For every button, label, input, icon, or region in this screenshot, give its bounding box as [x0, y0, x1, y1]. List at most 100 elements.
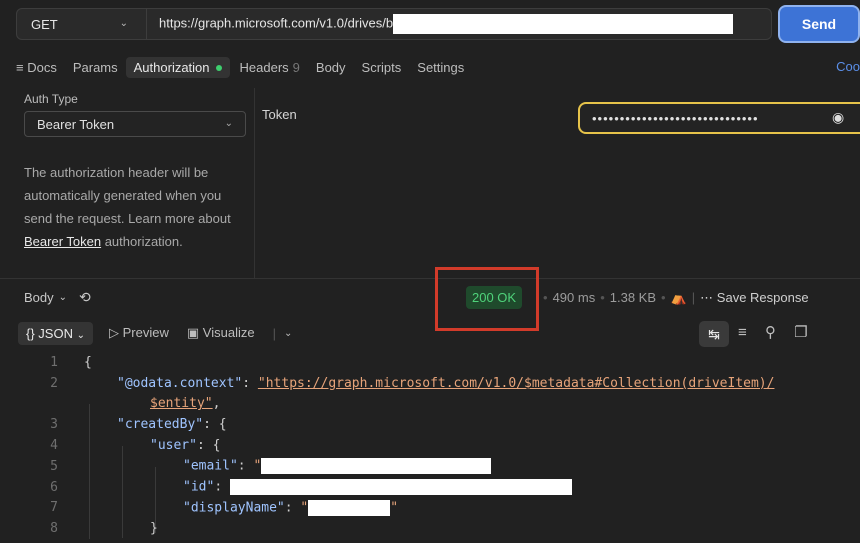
response-time: 490 ms: [552, 290, 596, 305]
line-number: 3: [50, 417, 58, 433]
response-size: 1.38 KB: [609, 290, 657, 305]
code-line: 4 "user": {: [0, 435, 860, 456]
image-icon: ▣: [186, 325, 200, 340]
docs-icon: ≡: [16, 59, 24, 75]
line-number: 4: [50, 438, 58, 454]
auth-type-value: Bearer Token: [37, 116, 115, 132]
send-button[interactable]: Send: [778, 5, 860, 43]
auth-description-tail: authorization.: [101, 234, 183, 249]
line-number: 2: [50, 375, 58, 391]
body-label: Body: [24, 290, 54, 305]
vertical-divider: [254, 88, 255, 278]
request-tabs: ≡ Docs Params Authorization Headers 9 Bod…: [16, 55, 480, 79]
save-response-button[interactable]: ⋯ Save Response: [700, 290, 808, 305]
json-link-value[interactable]: "https://graph.microsoft.com/v1.0/$metad…: [258, 376, 775, 391]
wrap-lines-button[interactable]: ↹: [699, 321, 729, 347]
url-text: https://graph.microsoft.com/v1.0/drives/…: [159, 15, 394, 31]
headers-count: 9: [292, 59, 300, 75]
separator: |: [272, 325, 276, 341]
visualize-label: Visualize: [202, 325, 255, 340]
preview-tab[interactable]: ▷ Preview: [109, 325, 169, 341]
json-view-button[interactable]: {} JSON ⌄: [18, 321, 93, 345]
chevron-down-icon: ⌄: [58, 292, 68, 303]
line-number: 8: [50, 521, 58, 537]
code-line: 3 "createdBy": {: [0, 414, 860, 435]
code-text: {: [84, 354, 92, 370]
visualize-tab[interactable]: ▣ Visualize: [187, 325, 255, 341]
url-bar: GET ⌄ https://graph.microsoft.com/v1.0/d…: [16, 8, 772, 40]
preview-label: Preview: [122, 325, 169, 340]
code-line: 6 "id":: [0, 477, 860, 498]
search-icon[interactable]: ⚲: [765, 324, 776, 341]
code-line: 5 "email": ": [0, 456, 860, 477]
json-view-label: JSON: [38, 325, 73, 341]
response-tools: ≡ ⚲ ❐: [738, 323, 822, 341]
filter-icon[interactable]: ≡: [738, 324, 747, 341]
tab-scripts[interactable]: Scripts: [362, 60, 402, 75]
play-icon: ▷: [108, 325, 119, 340]
json-key: "displayName": [183, 500, 285, 516]
json-link-value-cont[interactable]: $entity": [150, 396, 213, 411]
history-icon[interactable]: ⟲: [79, 289, 91, 306]
response-body-menu[interactable]: Body ⌄ ⟲: [24, 289, 91, 306]
tab-authorization[interactable]: Authorization: [125, 56, 230, 78]
auth-type-select[interactable]: Bearer Token ⌄: [24, 111, 246, 137]
code-text: }: [150, 521, 158, 537]
token-input[interactable]: •••••••••••••••••••••••••••••• ◉: [578, 102, 860, 134]
json-value-end: ": [390, 500, 399, 516]
globe-icon[interactable]: ⛺: [671, 290, 687, 305]
redacted-block: [229, 479, 572, 496]
eye-icon[interactable]: ◉: [832, 109, 845, 126]
code-line: 8 }: [0, 518, 860, 539]
auth-description: The authorization header will be automat…: [24, 161, 246, 271]
line-number: 5: [50, 458, 58, 474]
redacted-block: [393, 14, 734, 34]
response-code: 1 { 2 "@odata.context": "https://graph.m…: [0, 352, 860, 539]
token-label: Token: [262, 107, 297, 122]
horizontal-divider: [0, 278, 860, 279]
chevron-down-icon: ⌄: [76, 329, 85, 341]
tab-headers-label: Headers: [239, 59, 289, 75]
chevron-down-icon: ⌄: [224, 118, 233, 129]
tab-authorization-label: Authorization: [133, 59, 210, 75]
token-value: ••••••••••••••••••••••••••••••: [592, 110, 759, 126]
response-meta: • 490 ms • 1.38 KB • ⛺ | ⋯ Save Response: [543, 290, 809, 305]
tab-docs-label: Docs: [27, 59, 57, 75]
line-number: 6: [50, 479, 58, 495]
json-key: "user": [150, 438, 197, 454]
tab-body[interactable]: Body: [316, 60, 346, 75]
json-key: "@odata.context": [117, 375, 243, 391]
bearer-token-link[interactable]: Bearer Token: [24, 234, 101, 249]
json-key: "createdBy": [117, 417, 204, 433]
code-line: 2 "@odata.context": "https://graph.micro…: [0, 373, 860, 394]
auth-type-label: Auth Type: [24, 92, 78, 106]
method-label: GET: [31, 16, 58, 32]
tab-docs[interactable]: ≡ Docs: [16, 60, 57, 75]
active-dot-icon: [215, 65, 222, 72]
tab-headers[interactable]: Headers 9: [240, 60, 300, 75]
tab-settings[interactable]: Settings: [417, 60, 464, 75]
code-line: 7 "displayName": " ": [0, 498, 860, 519]
json-value: ": [253, 458, 262, 474]
auth-description-text: The authorization header will be automat…: [24, 165, 231, 226]
redacted-block: [261, 458, 492, 475]
copy-icon[interactable]: ❐: [794, 324, 807, 341]
tab-params[interactable]: Params: [73, 60, 118, 75]
tab-code[interactable]: Coo: [836, 59, 860, 74]
chevron-down-icon[interactable]: ⌄: [284, 328, 292, 339]
auth-panel: Auth Type Bearer Token ⌄ The authorizati…: [24, 92, 246, 271]
method-select[interactable]: GET ⌄: [17, 9, 147, 39]
json-key: "email": [183, 458, 238, 474]
save-response-label: Save Response: [716, 290, 809, 305]
chevron-down-icon: ⌄: [119, 18, 128, 29]
json-key: "id": [183, 479, 215, 495]
save-icon: ⋯: [700, 290, 714, 305]
line-number: 1: [50, 354, 58, 370]
line-number: 7: [50, 500, 58, 516]
json-value: ": [300, 500, 309, 516]
code-line: 1 {: [0, 352, 860, 373]
url-input[interactable]: https://graph.microsoft.com/v1.0/drives/…: [147, 14, 734, 34]
highlight-box: [435, 267, 539, 331]
code-line: $entity",: [150, 396, 221, 412]
redacted-block: [308, 499, 391, 516]
